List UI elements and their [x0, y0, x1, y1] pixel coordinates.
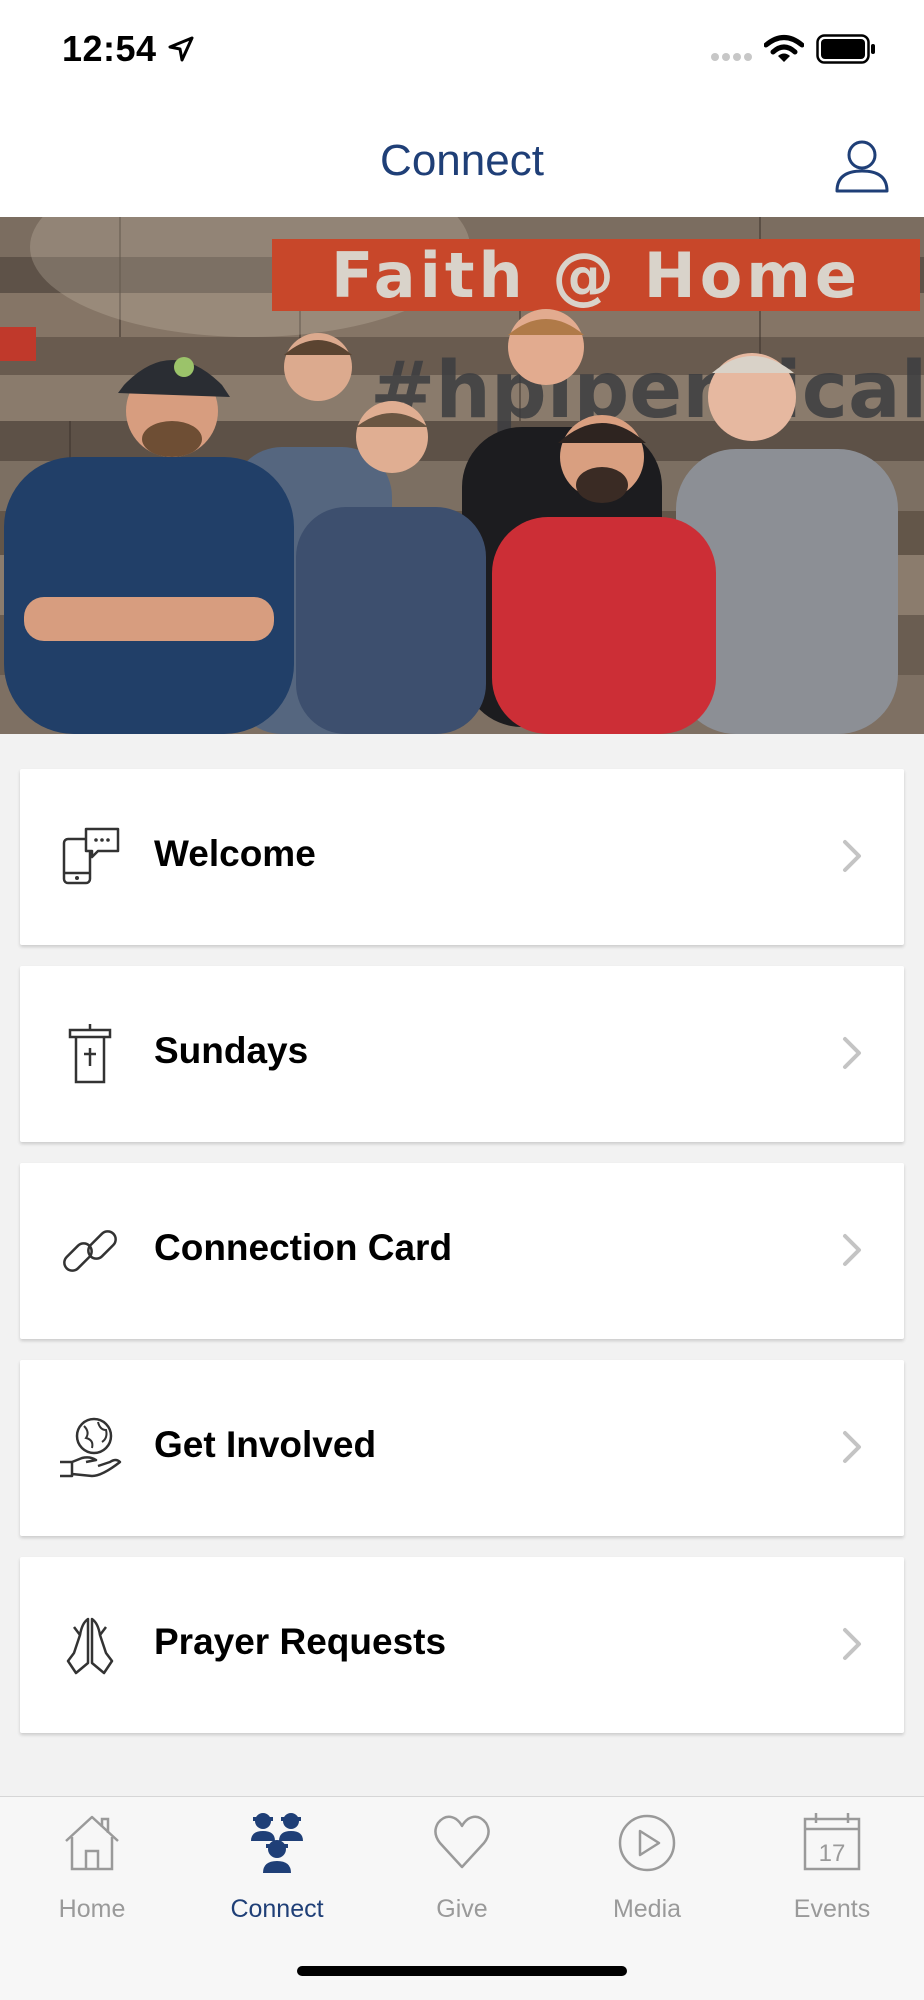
calendar-icon: 17 — [803, 1813, 861, 1871]
menu-item-label: Get Involved — [154, 1424, 377, 1465]
chevron-right-icon — [843, 840, 861, 872]
tab-label: Media — [612, 1895, 682, 1923]
menu-item-connection-card[interactable]: Connection Card — [20, 1163, 904, 1339]
hero-wall-text: #hpipentical — [370, 346, 924, 436]
phone-chat-icon — [62, 827, 120, 885]
nav-bar: Connect — [0, 100, 924, 217]
chevron-right-icon — [843, 1628, 861, 1660]
tab-label: Home — [58, 1895, 126, 1923]
house-icon — [65, 1815, 119, 1871]
tab-label: Give — [436, 1895, 488, 1923]
menu-item-get-involved[interactable]: Get Involved — [20, 1360, 904, 1536]
people-icon — [251, 1813, 303, 1873]
menu-item-label: Sundays — [154, 1030, 309, 1071]
status-time: 12:54 — [62, 28, 157, 69]
link-icon — [63, 1230, 117, 1272]
calendar-date: 17 — [819, 1840, 846, 1867]
menu-item-sundays[interactable]: Sundays — [20, 966, 904, 1142]
menu-item-prayer-requests[interactable]: Prayer Requests — [20, 1557, 904, 1733]
chevron-right-icon — [843, 1234, 861, 1266]
wifi-icon — [764, 35, 804, 62]
person-outline-icon[interactable] — [832, 136, 892, 196]
menu-item-label: Connection Card — [154, 1227, 453, 1268]
tab-home[interactable]: Home — [0, 1797, 184, 1937]
page-title: Connect — [380, 136, 544, 185]
tab-label: Events — [793, 1895, 871, 1923]
chevron-right-icon — [843, 1037, 861, 1069]
tab-give[interactable]: Give — [370, 1797, 554, 1937]
play-icon — [618, 1814, 676, 1872]
home-indicator — [297, 1966, 627, 1976]
menu-item-welcome[interactable]: Welcome — [20, 769, 904, 945]
tab-media[interactable]: Media — [555, 1797, 739, 1937]
location-arrow-icon — [168, 36, 194, 62]
heart-icon — [434, 1815, 490, 1869]
chevron-right-icon — [843, 1431, 861, 1463]
battery-icon — [816, 34, 875, 64]
globe-hand-icon — [60, 1417, 122, 1478]
praying-hands-icon — [66, 1617, 114, 1675]
tab-events[interactable]: 17 Events — [740, 1797, 924, 1937]
menu-item-label: Welcome — [154, 833, 316, 874]
signal-icon — [711, 53, 752, 61]
hero-image: Faith @ Home #hpipentical — [0, 217, 924, 734]
tab-connect[interactable]: Connect — [185, 1797, 369, 1937]
hero-sign-text: Faith @ Home — [331, 239, 861, 312]
tab-label: Connect — [230, 1895, 324, 1923]
status-bar: 12:54 — [0, 0, 924, 100]
pulpit-icon — [68, 1024, 112, 1084]
menu-item-label: Prayer Requests — [154, 1621, 447, 1662]
